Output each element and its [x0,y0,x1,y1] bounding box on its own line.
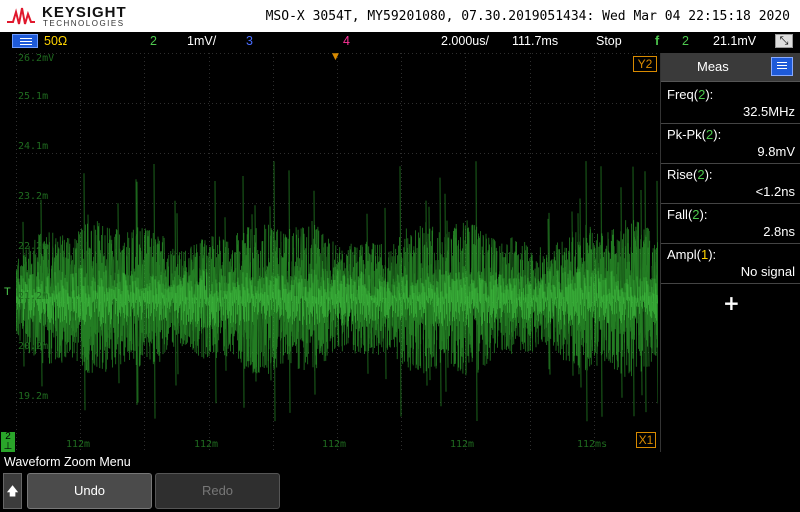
meas-label: Rise(2): [667,167,713,182]
meas-ampl[interactable]: Ampl(1): No signal [661,243,800,284]
meas-value: No signal [740,264,795,279]
trigger-edge-icon[interactable]: f [655,34,659,48]
keysight-logo-icon [7,7,35,25]
meas-label-name: Rise [667,167,694,182]
add-measurement-button[interactable]: + [723,291,740,315]
trigger-level[interactable]: 21.1mV [713,34,756,48]
up-arrow-icon[interactable]: 🡅 [3,473,22,509]
y2-cursor-marker[interactable]: Y2 [633,56,657,72]
ch2-number[interactable]: 2 [150,34,157,48]
meas-value: 2.8ns [763,224,795,239]
meas-value: <1.2ns [755,184,795,199]
x1-cursor-marker[interactable]: X1 [636,432,656,448]
expand-icon[interactable]: ⤡ [775,34,793,48]
instrument-info: MSO-X 3054T, MY59201080, 07.30.201905143… [265,9,790,24]
meas-value: 32.5MHz [742,104,795,119]
ch3-number[interactable]: 3 [246,34,253,48]
y-label: 20.2m [18,341,49,352]
header-bar: KEYSIGHT TECHNOLOGIES MSO-X 3054T, MY592… [0,0,800,32]
meas-label-channel: 2 [692,207,700,222]
meas-label: Pk-Pk(2): [667,127,722,142]
ch2-ground-label: 2 [5,431,11,442]
y-label: 26.2mV [18,53,55,64]
y-label: 23.2m [18,191,49,202]
meas-label: Freq(2): [667,87,714,102]
y-label: 25.1m [18,91,49,102]
x-label: 112m [194,439,219,450]
meas-label-channel: 1 [700,247,709,262]
x-label: 112m [66,439,91,450]
meas-label-channel: 2 [698,87,706,102]
x-label: 112m [450,439,475,450]
meas-label-name: Pk-Pk [667,127,702,142]
x-label: 112ms [577,439,608,450]
meas-label-channel: 2 [706,127,714,142]
x-label: 112m [322,439,347,450]
meas-label-channel: 2 [697,167,705,182]
menu-icon[interactable] [12,34,38,48]
channel-status-bar: 50Ω 2 1mV/ 3 4 2.000us/ 111.7ms Stop f 2… [0,32,800,51]
trigger-level-marker[interactable]: T [4,286,11,298]
menu-title: Waveform Zoom Menu [4,455,131,469]
meas-title[interactable]: Meas [697,59,729,74]
trigger-position-icon[interactable]: ▼ [332,52,339,62]
graticule [16,53,658,452]
run-state[interactable]: Stop [596,34,622,48]
meas-menu-icon[interactable] [771,57,793,76]
waveform-display[interactable] [16,53,658,452]
brand-subtitle: TECHNOLOGIES [43,19,125,28]
meas-value: 9.8mV [757,144,795,159]
delay[interactable]: 111.7ms [512,34,558,48]
meas-label: Ampl(1): [667,247,717,262]
meas-pkpk[interactable]: Pk-Pk(2): 9.8mV [661,123,800,164]
meas-freq[interactable]: Freq(2): 32.5MHz [661,83,800,124]
timebase[interactable]: 2.000us/ [441,34,489,48]
redo-button[interactable]: Redo [155,473,280,509]
y-label: 24.1m [18,141,49,152]
meas-header: Meas [661,53,800,82]
meas-label-name: Ampl [667,247,697,262]
y-label: 22.2m [18,241,49,252]
y-label: 21.2m [18,291,49,302]
meas-fall[interactable]: Fall(2): 2.8ns [661,203,800,244]
ch1-impedance[interactable]: 50Ω [44,34,67,48]
measurements-panel: Meas Freq(2): 32.5MHz Pk-Pk(2): 9.8mV Ri… [660,53,800,452]
trigger-source[interactable]: 2 [682,34,689,48]
meas-label: Fall(2): [667,207,708,222]
y-label: 19.2m [18,391,49,402]
undo-button[interactable]: Undo [27,473,152,509]
ch2-scale[interactable]: 1mV/ [187,34,216,48]
softkey-bar: Waveform Zoom Menu 🡅 Undo Redo [0,452,800,512]
meas-label-name: Freq [667,87,694,102]
ch2-ground-marker[interactable]: 2 ⊥ [1,432,15,452]
ch4-number[interactable]: 4 [343,34,350,48]
meas-label-name: Fall [667,207,688,222]
meas-rise[interactable]: Rise(2): <1.2ns [661,163,800,204]
